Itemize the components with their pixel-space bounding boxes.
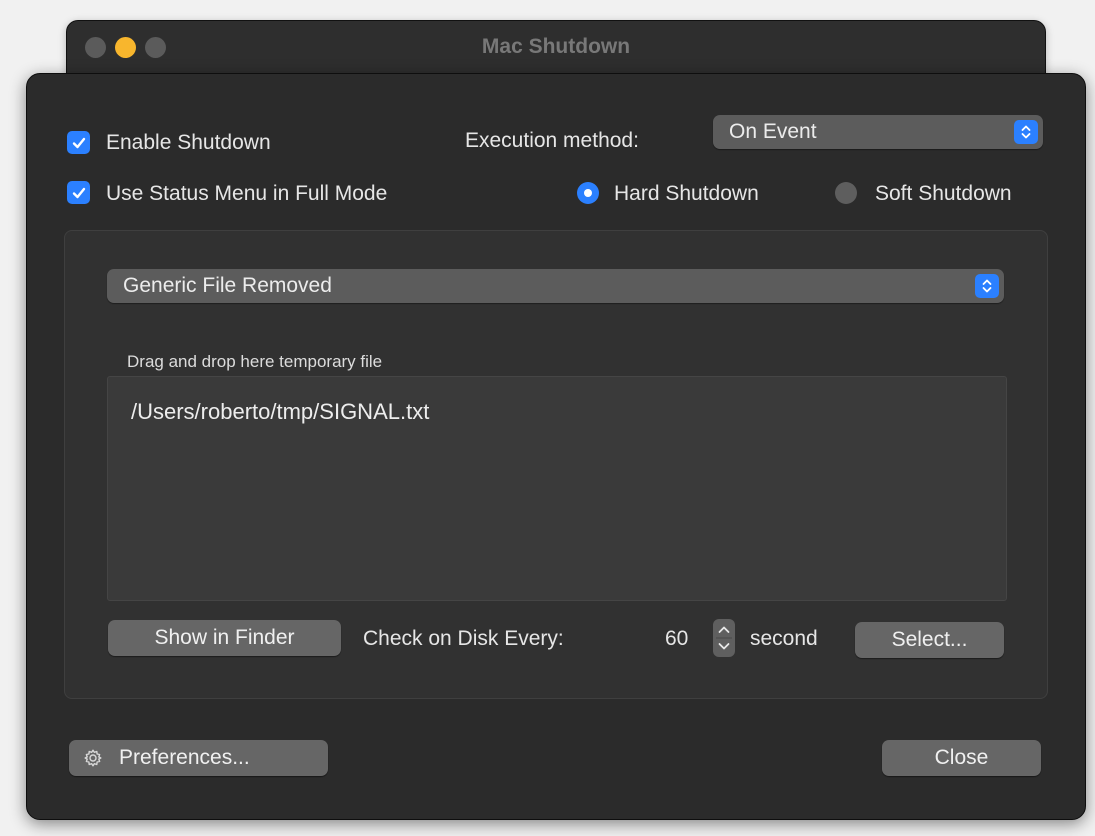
check-interval-label: Check on Disk Every: — [363, 627, 564, 650]
interval-unit-label: second — [750, 627, 818, 650]
title-bar[interactable]: Mac Shutdown — [67, 21, 1045, 73]
interval-value: 60 — [665, 627, 689, 650]
enable-shutdown-label: Enable Shutdown — [106, 131, 271, 154]
enable-shutdown-checkbox[interactable] — [67, 131, 90, 154]
event-type-popup[interactable]: Generic File Removed — [107, 269, 1004, 303]
soft-shutdown-radio[interactable] — [835, 182, 857, 204]
select-file-button[interactable]: Select... — [855, 622, 1004, 658]
file-drop-zone[interactable]: /Users/roberto/tmp/SIGNAL.txt — [107, 376, 1007, 601]
event-settings-group: Generic File Removed Drag and drop here … — [64, 230, 1048, 699]
drop-zone-label: Drag and drop here temporary file — [127, 352, 383, 371]
interval-stepper[interactable] — [713, 619, 735, 657]
execution-method-popup[interactable]: On Event — [713, 115, 1043, 149]
popup-chevrons-icon — [1014, 120, 1038, 144]
close-button[interactable]: Close — [882, 740, 1041, 776]
hard-shutdown-label: Hard Shutdown — [614, 182, 759, 205]
gear-icon — [84, 749, 102, 767]
show-in-finder-button[interactable]: Show in Finder — [108, 620, 341, 656]
status-menu-checkbox[interactable] — [67, 181, 90, 204]
window-title: Mac Shutdown — [481, 35, 631, 58]
hard-shutdown-radio[interactable] — [577, 182, 599, 204]
preferences-label: Preferences... — [119, 746, 250, 769]
status-menu-label: Use Status Menu in Full Mode — [106, 182, 388, 205]
settings-sheet: Enable Shutdown Execution method: On Eve… — [26, 73, 1086, 820]
execution-method-value: On Event — [729, 120, 817, 143]
execution-method-label: Execution method: — [465, 129, 639, 152]
stepper-arrows-icon — [716, 626, 732, 650]
checkmark-icon — [72, 137, 85, 148]
popup-chevrons-icon — [975, 274, 999, 298]
soft-shutdown-label: Soft Shutdown — [875, 182, 1012, 205]
preferences-button[interactable]: Preferences... — [69, 740, 328, 776]
event-type-value: Generic File Removed — [123, 274, 332, 297]
checkmark-icon — [72, 187, 85, 198]
file-path-text: /Users/roberto/tmp/SIGNAL.txt — [131, 399, 430, 424]
